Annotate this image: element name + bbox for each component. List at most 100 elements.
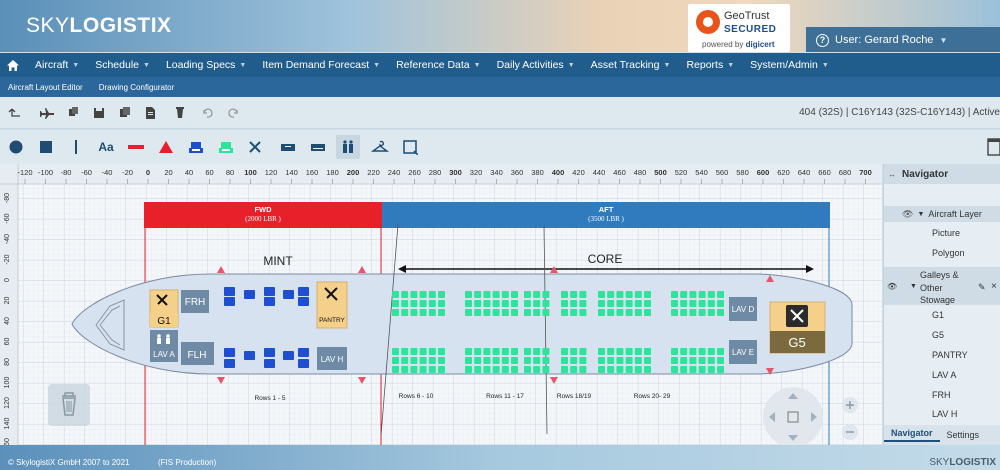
economy-seat[interactable] [419, 309, 427, 316]
home-icon[interactable] [0, 53, 26, 77]
economy-seat[interactable] [465, 309, 472, 316]
economy-seat[interactable] [524, 366, 531, 373]
economy-seat[interactable] [561, 309, 568, 316]
economy-seat[interactable] [410, 309, 418, 316]
lav-a[interactable]: LAV A [150, 330, 178, 362]
economy-seat[interactable] [501, 309, 509, 316]
economy-seat[interactable] [474, 357, 482, 364]
app-logo[interactable]: SKYLOGISTIX [26, 14, 172, 38]
economy-seat[interactable] [533, 348, 541, 355]
layer-item-picture[interactable]: Picture [884, 228, 1000, 238]
economy-seat[interactable] [524, 348, 531, 355]
galley-pantry[interactable]: PANTRY [316, 281, 348, 329]
economy-seat[interactable] [524, 357, 531, 364]
economy-seat[interactable] [410, 357, 418, 364]
nav-item-reference-data[interactable]: Reference Data ▼ [387, 59, 487, 71]
economy-seat[interactable] [410, 300, 418, 307]
economy-seat[interactable] [410, 291, 418, 298]
economy-seat[interactable] [511, 300, 518, 307]
economy-seat[interactable] [474, 300, 482, 307]
circle-tool[interactable] [4, 135, 28, 159]
economy-seat[interactable] [698, 300, 706, 307]
economy-seat[interactable] [501, 348, 509, 355]
economy-seat[interactable] [524, 309, 531, 316]
select-tool[interactable] [398, 135, 422, 159]
economy-seat[interactable] [579, 309, 587, 316]
business-seat[interactable] [264, 287, 275, 296]
economy-seat[interactable] [634, 309, 642, 316]
economy-seat[interactable] [607, 291, 615, 298]
economy-seat[interactable] [511, 366, 518, 373]
economy-seat[interactable] [598, 357, 605, 364]
economy-seat[interactable] [625, 366, 633, 373]
economy-seat[interactable] [511, 291, 518, 298]
business-seat[interactable] [244, 290, 255, 299]
economy-seat[interactable] [501, 366, 509, 373]
panel-toggle-icon[interactable] [986, 137, 1000, 157]
economy-seat[interactable] [561, 300, 568, 307]
seat-tool[interactable] [184, 135, 208, 159]
economy-seat[interactable] [392, 291, 399, 298]
business-seat[interactable] [264, 348, 275, 357]
economy-seat[interactable] [392, 309, 399, 316]
galley-g5[interactable]: G5 [769, 301, 826, 354]
chevron-down-icon[interactable]: ▼ [917, 211, 924, 218]
economy-seat[interactable] [689, 366, 697, 373]
economy-seat[interactable] [698, 291, 706, 298]
economy-seat[interactable] [698, 357, 706, 364]
trash-bin[interactable] [48, 384, 90, 426]
economy-seat[interactable] [607, 366, 615, 373]
economy-seat[interactable] [644, 348, 651, 355]
economy-seat[interactable] [401, 366, 409, 373]
economy-seat[interactable] [524, 300, 531, 307]
economy-seat[interactable] [533, 309, 541, 316]
economy-seat[interactable] [465, 366, 472, 373]
economy-seat[interactable] [392, 348, 399, 355]
economy-seat[interactable] [616, 357, 624, 364]
unit-flh[interactable]: FLH [181, 342, 214, 365]
help-icon[interactable]: ? [816, 33, 829, 47]
business-seat[interactable] [298, 348, 309, 357]
economy-seat[interactable] [474, 309, 482, 316]
economy-seat[interactable] [401, 348, 409, 355]
business-seat[interactable] [264, 359, 275, 368]
subnav-drawing-configurator[interactable]: Drawing Configurator [91, 83, 183, 92]
economy-seat[interactable] [542, 348, 550, 355]
economy-seat[interactable] [671, 366, 678, 373]
economy-seat[interactable] [598, 309, 605, 316]
economy-seat[interactable] [511, 309, 518, 316]
economy-seat[interactable] [419, 357, 427, 364]
canvas-svg[interactable]: -120 -100 -80 -60 -40 -20 0 20 40 60 80 100 120 140 16… [0, 164, 882, 445]
economy-seat[interactable] [698, 366, 706, 373]
group-item-g5[interactable]: G5 [884, 330, 1000, 340]
economy-seat[interactable] [570, 357, 578, 364]
business-seat[interactable] [283, 290, 294, 299]
economy-seat[interactable] [392, 357, 399, 364]
business-seat[interactable] [264, 297, 275, 306]
economy-seat[interactable] [465, 357, 472, 364]
economy-seat[interactable] [625, 291, 633, 298]
economy-seat[interactable] [483, 357, 491, 364]
triangle-tool[interactable] [154, 135, 178, 159]
economy-seat[interactable] [707, 291, 715, 298]
line-tool[interactable] [64, 135, 88, 159]
nav-item-loading-specs[interactable]: Loading Specs ▼ [157, 59, 253, 71]
economy-seat[interactable] [680, 309, 688, 316]
economy-seat[interactable] [492, 348, 500, 355]
edit-icon[interactable]: ✎ [978, 282, 986, 293]
economy-seat[interactable] [542, 357, 550, 364]
economy-seat[interactable] [717, 291, 724, 298]
drawing-canvas[interactable]: -120 -100 -80 -60 -40 -20 0 20 40 60 80 100 120 140 16… [0, 164, 882, 445]
economy-seat[interactable] [598, 366, 605, 373]
economy-seat[interactable] [616, 300, 624, 307]
economy-seat[interactable] [680, 300, 688, 307]
economy-seat[interactable] [570, 300, 578, 307]
business-seat[interactable] [224, 348, 235, 357]
economy-seat[interactable] [689, 348, 697, 355]
economy-seat[interactable] [483, 300, 491, 307]
economy-seat[interactable] [492, 357, 500, 364]
lav-h[interactable]: LAV H [317, 347, 347, 370]
galley-g1[interactable]: G1 [149, 289, 179, 328]
container-tool[interactable] [306, 135, 330, 159]
economy-seat[interactable] [634, 300, 642, 307]
